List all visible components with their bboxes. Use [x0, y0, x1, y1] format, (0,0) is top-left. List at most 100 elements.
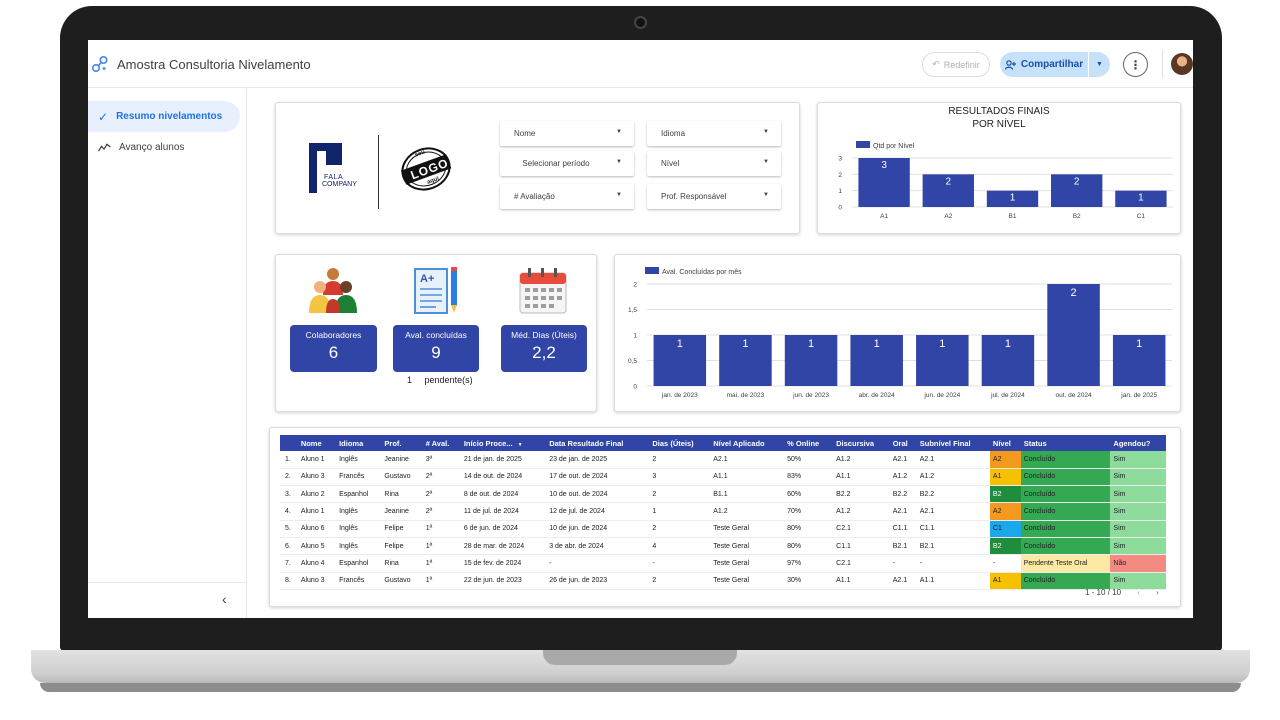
table-cell: C1.1: [833, 537, 890, 556]
table-cell: A1.2: [710, 502, 785, 521]
table-cell: -: [889, 554, 917, 573]
kpi-label: Méd. Dias (Úteis): [511, 330, 577, 340]
filters-card: FALA COMPANY seu LOGO aqui Nome ▼ Idioma ▼…: [275, 102, 800, 234]
table-row[interactable]: 5. Aluno 6 Inglês Felipe 1ª 6 de jun. de 2024…: [280, 520, 1166, 538]
table-cell: A2.1: [916, 502, 990, 521]
table-cell: 1: [649, 502, 711, 521]
table-cell: Concluído: [1020, 485, 1111, 504]
table-cell: Francês: [336, 468, 382, 487]
table-cell: C2.1: [833, 554, 890, 573]
table-cell: Inglês: [336, 537, 382, 556]
avatar[interactable]: [1171, 53, 1193, 75]
table-row[interactable]: 2. Aluno 3 Francês Gustavo 2ª 14 de out. de 2…: [280, 468, 1166, 487]
colaboradores-kpi: Colaboradores 6: [290, 325, 377, 372]
table-cell: 2: [649, 451, 711, 469]
table-cell: Sim: [1110, 502, 1166, 521]
bar-value-label: 1: [742, 338, 748, 350]
table-cell: 12 de jul. de 2024: [546, 502, 650, 521]
y-tick-label: 2: [633, 282, 637, 289]
report-title[interactable]: Amostra Consultoria Nivelamento: [117, 57, 311, 72]
table-cell: Rina: [381, 485, 423, 504]
y-tick-label: 1: [838, 188, 842, 195]
table-cell: 2ª: [422, 485, 461, 504]
table-row[interactable]: 7. Aluno 4 Espanhol Rina 1ª 15 de fev. de 202…: [280, 554, 1166, 573]
reset-button[interactable]: ↶ Redefinir: [922, 52, 990, 77]
x-tick-label: mai. de 2023: [727, 392, 765, 399]
legend-label: Qtd por Nível: [873, 143, 915, 150]
collapse-sidebar-button[interactable]: ‹: [222, 591, 227, 607]
bar-value-label: 3: [881, 160, 887, 171]
vertical-dots-icon: ⋮: [1129, 57, 1142, 72]
share-label: Compartilhar: [1020, 59, 1084, 70]
table-cell: Aluno 2: [297, 485, 337, 504]
table-cell: 2: [649, 520, 711, 538]
table-cell: A2: [989, 451, 1021, 469]
y-tick-label: 3: [838, 156, 842, 163]
table-cell: Felipe: [381, 537, 423, 556]
bar-value-label: 1: [808, 338, 814, 350]
column-header: Idioma: [336, 435, 382, 451]
pendentes-count: 1 pendente(s): [407, 375, 473, 385]
bar-value-label: 1: [874, 338, 880, 350]
table-cell: -: [546, 554, 650, 573]
table-cell: A1.1: [710, 468, 785, 487]
table-cell: 10 de out. de 2024: [546, 485, 650, 504]
table-cell: 23 de jan. de 2025: [546, 451, 650, 469]
table-cell: 5.: [280, 520, 298, 538]
table-cell: Sim: [1110, 520, 1166, 538]
periodo-date-filter[interactable]: Selecionar período ▼: [500, 151, 634, 176]
sidebar-item-label: Avanço alunos: [119, 142, 185, 153]
y-tick-label: 2: [838, 172, 842, 179]
next-page-button[interactable]: ›: [1156, 588, 1159, 597]
sidebar-item-resumo-nivelamentos[interactable]: ✓ Resumo nivelamentos: [88, 101, 240, 132]
table-cell: B1.1: [710, 485, 785, 504]
sidebar-item-avanco-alunos[interactable]: Avanço alunos: [88, 132, 240, 163]
bar-value-label: 1: [1010, 193, 1016, 204]
more-options-button[interactable]: ⋮: [1123, 52, 1148, 77]
prev-page-button[interactable]: ‹: [1137, 588, 1140, 597]
caret-down-icon: ▼: [616, 159, 622, 165]
column-header[interactable]: Início Proce... ▼: [460, 435, 547, 451]
table-cell: Inglês: [336, 520, 382, 538]
table-cell: 1ª: [422, 554, 461, 573]
table-cell: Jeanine: [381, 502, 423, 521]
idioma-filter[interactable]: Idioma ▼: [647, 121, 781, 146]
column-header: Dias (Úteis): [649, 435, 711, 451]
table-cell: B2.1: [916, 537, 990, 556]
table-cell: A1.2: [916, 468, 990, 487]
table-cell: 3 de abr. de 2024: [546, 537, 650, 556]
filter-label: Selecionar período: [522, 159, 590, 168]
table-cell: Concluído: [1020, 468, 1111, 487]
pendentes-label: pendente(s): [424, 375, 473, 385]
pendentes-number: 1: [407, 375, 413, 385]
table-row[interactable]: 6. Aluno 5 Inglês Felipe 1ª 28 de mar. de 202…: [280, 537, 1166, 556]
x-tick-label: B1: [1009, 213, 1017, 220]
table-cell: Rina: [381, 554, 423, 573]
table-row[interactable]: 3. Aluno 2 Espanhol Rina 2ª 8 de out. de 2024…: [280, 485, 1166, 504]
table-row[interactable]: 4. Aluno 1 Inglês Jeanine 2ª 11 de jul. de 20…: [280, 502, 1166, 521]
table-cell: A1.2: [889, 468, 917, 487]
table-row[interactable]: 8. Aluno 3 Francês Gustavo 1ª 22 de jun. de 2…: [280, 572, 1166, 590]
nivel-filter[interactable]: Nível ▼: [647, 151, 781, 176]
table-cell: 22 de jun. de 2023: [460, 572, 547, 590]
share-dropdown-button[interactable]: ▼: [1088, 52, 1110, 77]
prof-responsavel-filter[interactable]: Prof. Responsável ▼: [647, 184, 781, 209]
table-row[interactable]: 1. Aluno 1 Inglês Jeanine 3ª 21 de jan. de 20…: [280, 451, 1166, 469]
share-button[interactable]: Compartilhar: [1000, 52, 1088, 77]
table-cell: 1ª: [422, 520, 461, 538]
laptop-base-edge: [40, 683, 1241, 692]
check-icon: ✓: [98, 109, 109, 124]
table-body: 1. Aluno 1 Inglês Jeanine 3ª 21 de jan. de 20…: [280, 451, 1166, 590]
y-tick-label: 0: [838, 205, 842, 212]
x-tick-label: C1: [1137, 213, 1146, 220]
nome-filter[interactable]: Nome ▼: [500, 121, 634, 146]
table-cell: Espanhol: [336, 485, 382, 504]
table-cell: C1.1: [889, 520, 917, 538]
avaliacao-filter[interactable]: # Avaliação ▼: [500, 184, 634, 209]
top-bar: Amostra Consultoria Nivelamento ↶ Redefi…: [88, 40, 1193, 88]
table-cell: A2: [989, 502, 1021, 521]
table-cell: C1.1: [916, 520, 990, 538]
table-cell: Aluno 4: [297, 554, 337, 573]
pagination: 1 - 10 / 10 ‹ ›: [1085, 588, 1159, 597]
bar-value-label: 2: [1071, 287, 1077, 299]
